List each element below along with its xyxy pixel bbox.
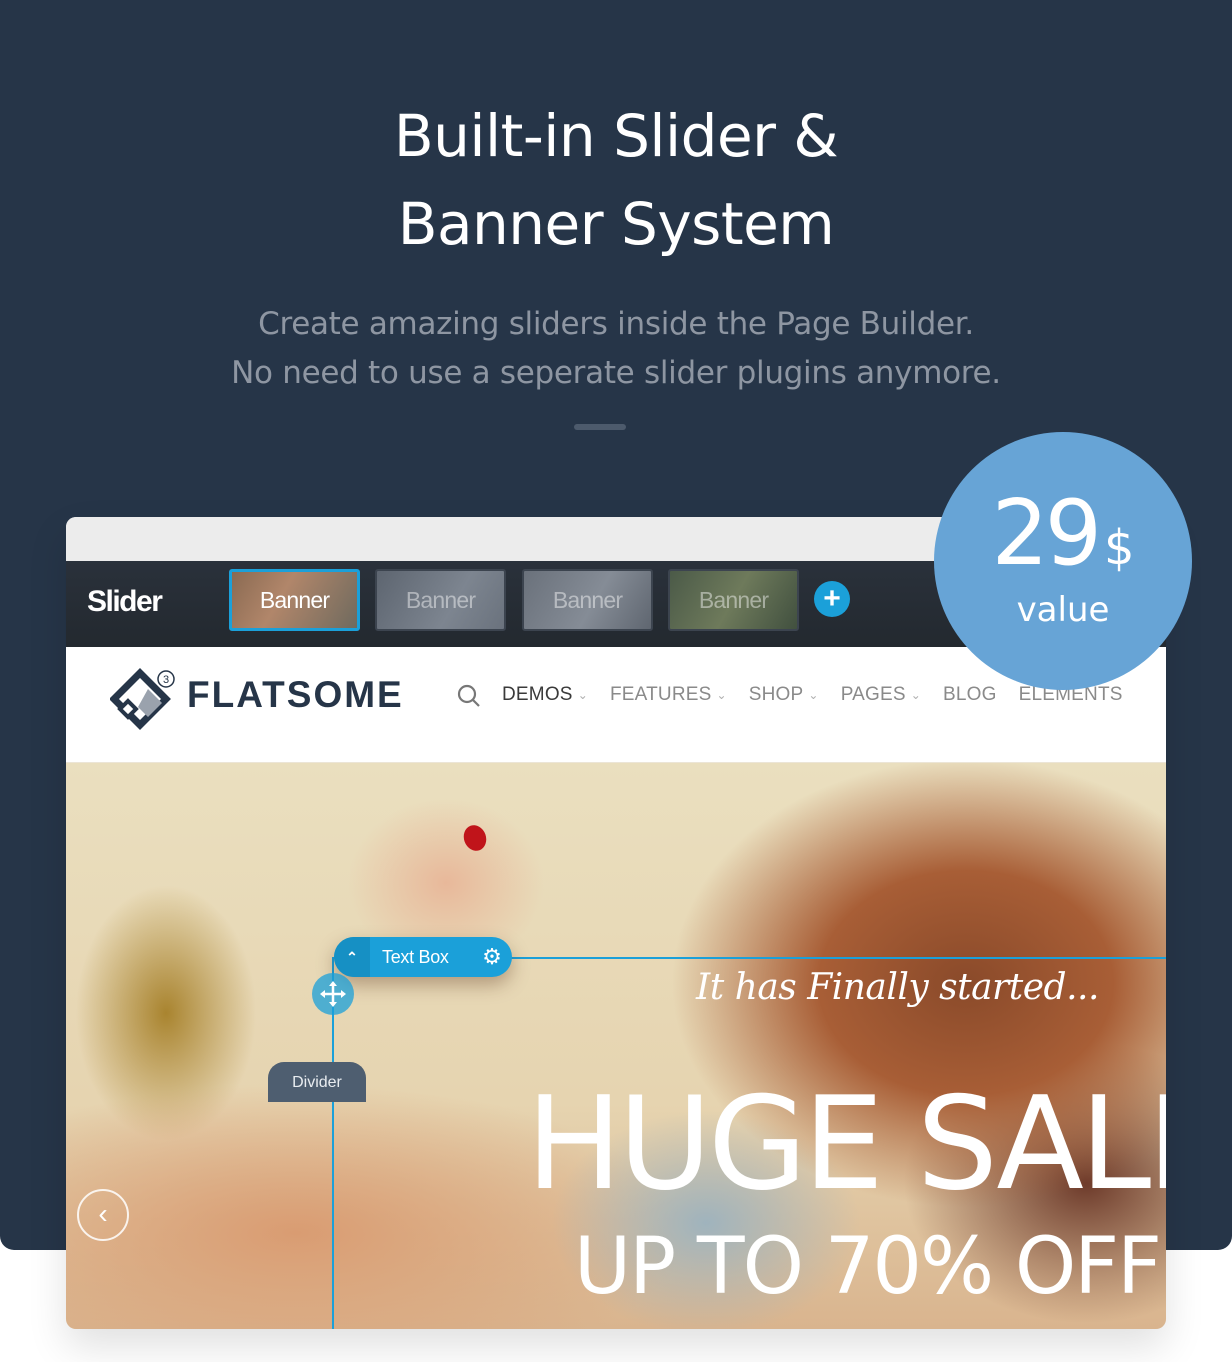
chevron-down-icon: ⌄ [716, 688, 727, 702]
title-divider [574, 424, 626, 430]
nav-item-label: SHOP [748, 684, 804, 705]
slider-label: Slider [87, 585, 163, 618]
nav-item-demos[interactable]: DEMOS ⌄ [502, 684, 588, 706]
gear-icon[interactable]: ⚙ [472, 944, 512, 970]
slide-prev-button[interactable]: ‹ [77, 1189, 129, 1241]
search-icon[interactable] [456, 683, 482, 709]
title-line-1: Built-in Slider & [393, 102, 839, 170]
nav-item-label: FEATURES [609, 684, 712, 705]
chevron-down-icon: ⌄ [910, 688, 922, 702]
nav-item-label: PAGES [840, 684, 906, 705]
value-label: value [1016, 590, 1110, 630]
move-icon [320, 981, 346, 1007]
slide-thumb-4[interactable]: Banner [668, 569, 799, 631]
chevron-down-icon: ⌄ [577, 688, 588, 702]
flatsome-logo-icon[interactable]: 3 [110, 667, 180, 737]
slide-subheadline: UP TO 70% OFF [574, 1222, 1162, 1312]
move-handle[interactable] [312, 973, 354, 1015]
chevron-up-icon[interactable]: ⌃ [334, 937, 370, 977]
nav-item-blog[interactable]: BLOG [943, 684, 997, 706]
chevron-down-icon: ⌄ [808, 688, 819, 702]
add-slide-button[interactable]: + [814, 581, 850, 617]
divider-element-tag[interactable]: Divider [268, 1062, 366, 1102]
value-number: 29 [991, 481, 1102, 586]
hero-photo-detail [460, 822, 490, 854]
nav-item-shop[interactable]: SHOP ⌄ [749, 684, 819, 706]
feature-title: Built-in Slider & Banner System [0, 92, 1232, 268]
chevron-left-icon: ‹ [98, 1198, 108, 1229]
nav-item-pages[interactable]: PAGES ⌄ [841, 684, 921, 706]
title-line-2: Banner System [397, 190, 835, 258]
logo-badge: 3 [163, 674, 169, 686]
logo-text[interactable]: FLATSOME [187, 674, 404, 716]
slide-thumb-1[interactable]: Banner [229, 569, 360, 631]
subtitle-line-2: No need to use a seperate slider plugins… [231, 355, 1001, 391]
plus-icon: + [823, 582, 841, 615]
slide-headline: HUGE SALE [526, 1070, 1166, 1219]
value-badge: 29 $ value [934, 432, 1192, 690]
nav-item-label: BLOG [943, 684, 997, 705]
nav-item-label: DEMOS [502, 684, 573, 705]
textbox-element-tag[interactable]: ⌃ Text Box ⚙ [334, 937, 512, 977]
feature-subtitle: Create amazing sliders inside the Page B… [0, 300, 1232, 398]
value-currency: $ [1103, 520, 1135, 576]
slide-tagline: It has Finally started... [696, 967, 1099, 1008]
subtitle-line-1: Create amazing sliders inside the Page B… [258, 306, 974, 342]
textbox-label: Text Box [382, 946, 449, 967]
slide-hero: It has Finally started... HUGE SALE UP T… [66, 763, 1166, 1329]
slide-thumb-2[interactable]: Banner [375, 569, 506, 631]
slide-thumb-3[interactable]: Banner [522, 569, 653, 631]
value-amount: 29 $ [934, 484, 1192, 598]
nav-item-features[interactable]: FEATURES ⌄ [610, 684, 727, 706]
